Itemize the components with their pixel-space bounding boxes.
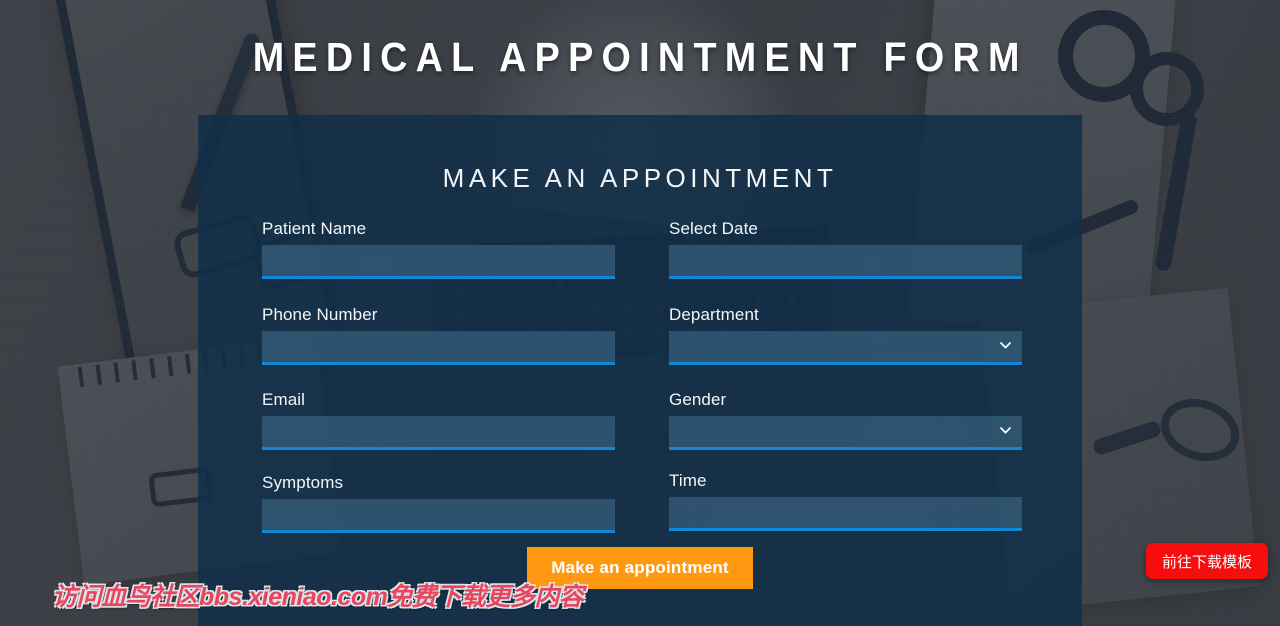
phone-number-input[interactable] [262,331,615,365]
form-column-right: Select Date Department Gender Time [669,219,1022,533]
appointment-form: Patient Name Phone Number Email Symptoms… [262,219,1022,533]
form-column-left: Patient Name Phone Number Email Symptoms [262,219,615,533]
symptoms-input[interactable] [262,499,615,533]
appointment-form-panel: MAKE AN APPOINTMENT Patient Name Phone N… [198,115,1082,626]
field-email: Email [262,390,615,450]
department-select[interactable] [669,331,1022,365]
label-time: Time [669,471,707,490]
label-symptoms: Symptoms [262,473,344,492]
email-input[interactable] [262,416,615,450]
form-heading: MAKE AN APPOINTMENT [442,163,838,193]
time-input[interactable] [669,497,1022,531]
label-select-date: Select Date [669,219,758,238]
watermark-text: 访问血鸟社区bbs.xieniao.com免费下载更多内容 [52,583,584,611]
label-patient-name: Patient Name [262,219,367,238]
label-department: Department [669,305,759,324]
field-time: Time [669,471,1022,531]
field-symptoms: Symptoms [262,473,615,533]
label-email: Email [262,390,306,409]
select-date-input[interactable] [669,245,1022,279]
field-phone-number: Phone Number [262,305,615,365]
patient-name-input[interactable] [262,245,615,279]
field-select-date: Select Date [669,219,1022,279]
field-department: Department [669,305,1022,365]
gender-select[interactable] [669,416,1022,450]
field-gender: Gender [669,390,1022,450]
page-header: MEDICAL APPOINTMENT FORM [0,0,1280,115]
page-title: MEDICAL APPOINTMENT FORM [252,34,1028,80]
appointment-page: MEDICAL APPOINTMENT FORM MAKE AN APPOINT… [0,0,1280,626]
label-phone-number: Phone Number [262,305,378,324]
download-template-button[interactable]: 前往下载模板 [1145,543,1268,579]
label-gender: Gender [669,390,727,409]
field-patient-name: Patient Name [262,219,615,279]
